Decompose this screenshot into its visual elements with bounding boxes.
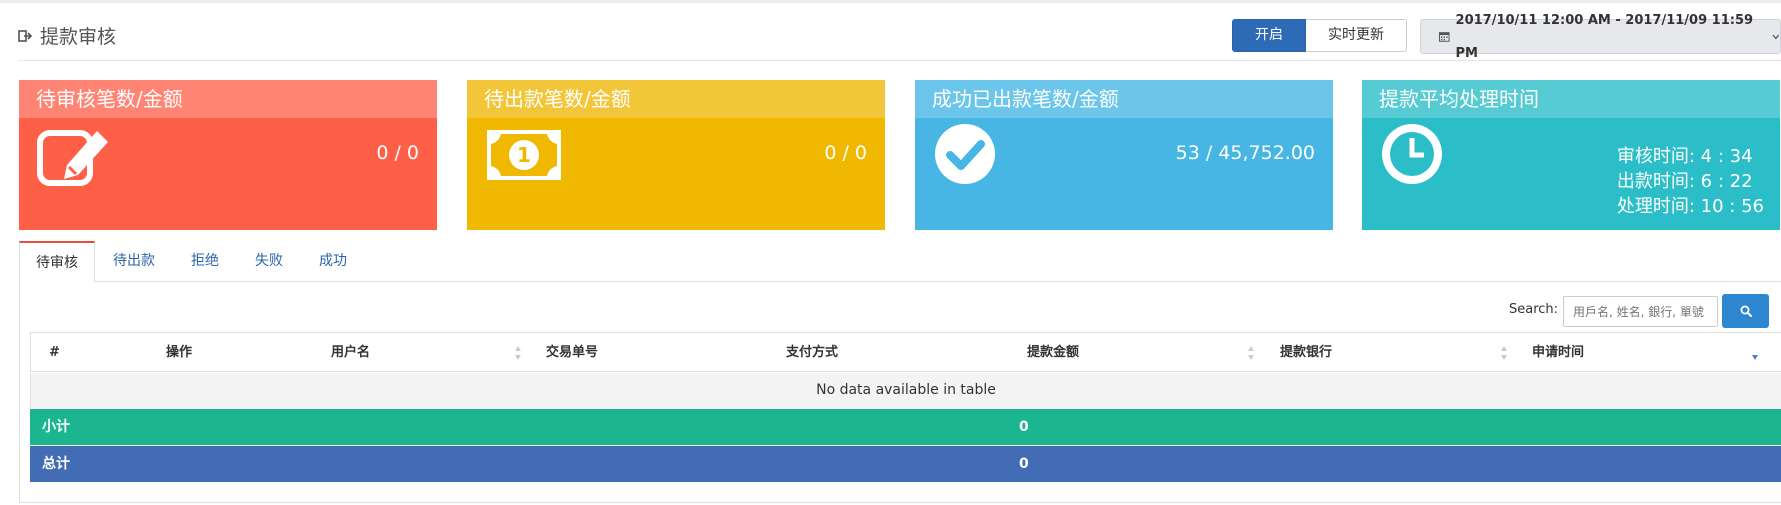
total-row: 总计 0 — [30, 446, 1781, 482]
column-transaction-id: 交易单号 — [546, 345, 599, 360]
pending-review-value: 0 / 0 — [376, 142, 419, 164]
sign-out-icon — [18, 29, 32, 42]
check-circle-icon — [935, 124, 995, 184]
search-button[interactable] — [1722, 294, 1769, 328]
date-range-picker[interactable]: 2017/10/11 12:00 AM - 2017/11/09 11:59 P… — [1420, 13, 1781, 61]
tab-pending-review[interactable]: 待审核 — [19, 241, 95, 283]
successful-payout-value: 53 / 45,752.00 — [1175, 142, 1315, 164]
total-label: 总计 — [42, 456, 70, 472]
caret-down-icon — [1772, 34, 1780, 39]
tab-pending-payout[interactable]: 待出款 — [95, 241, 173, 282]
card-title: 成功已出款笔数/金额 — [915, 80, 1333, 118]
column-payment-method: 支付方式 — [786, 345, 839, 360]
subtotal-value: 0 — [1019, 419, 1029, 435]
page-title-text: 提款审核 — [40, 26, 117, 48]
subtotal-label: 小计 — [42, 419, 70, 435]
clock-icon — [1382, 124, 1442, 184]
sort-desc-icon[interactable] — [1751, 345, 1759, 361]
column-index: # — [49, 345, 60, 360]
card-title: 待出款笔数/金额 — [467, 80, 885, 118]
tab-rejected[interactable]: 拒绝 — [173, 241, 237, 282]
card-title: 待审核笔数/金额 — [19, 80, 437, 118]
status-tabs: 待审核 待出款 拒绝 失败 成功 — [19, 241, 1781, 283]
toggle-on-button[interactable]: 开启 — [1232, 19, 1306, 52]
pending-review-card: 待审核笔数/金额 0 / 0 — [19, 80, 437, 230]
subtotal-row: 小计 0 — [30, 409, 1781, 445]
sort-icon[interactable] — [1500, 345, 1508, 361]
realtime-update-button[interactable]: 实时更新 — [1306, 19, 1407, 52]
column-bank[interactable]: 提款银行 — [1280, 333, 1332, 373]
processing-times: 审核时间: 4 : 34 出款时间: 6 : 22 处理时间: 10 : 56 — [1617, 144, 1764, 219]
search-label: Search: — [1509, 302, 1559, 317]
realtime-toggle-group: 开启 实时更新 — [1232, 19, 1407, 52]
pending-payout-card: 待出款笔数/金额 1 0 / 0 — [467, 80, 885, 230]
sort-icon[interactable] — [1247, 345, 1255, 361]
svg-text:1: 1 — [517, 143, 531, 167]
column-username[interactable]: 用户名 — [331, 333, 370, 373]
pending-payout-value: 0 / 0 — [824, 142, 867, 164]
search-icon — [1740, 305, 1752, 317]
total-processing-time: 处理时间: 10 : 56 — [1616, 196, 1764, 217]
successful-payout-card: 成功已出款笔数/金额 53 / 45,752.00 — [915, 80, 1333, 230]
calendar-icon — [1439, 32, 1450, 42]
card-title: 提款平均处理时间 — [1362, 80, 1780, 118]
empty-table-message: No data available in table — [30, 373, 1781, 408]
column-amount[interactable]: 提款金额 — [1027, 333, 1079, 373]
payout-time: 出款时间: 6 : 22 — [1616, 171, 1753, 192]
header-divider — [18, 60, 1781, 61]
money-bill-icon: 1 — [487, 130, 561, 180]
table-header: # 操作 用户名 交易单号 支付方式 提款金额 提款银行 申请时间 — [30, 332, 1781, 372]
tab-failed[interactable]: 失败 — [237, 241, 301, 282]
page-title: 提款审核 — [18, 22, 116, 49]
avg-processing-time-card: 提款平均处理时间 审核时间: 4 : 34 出款时间: 6 : 22 处理时间:… — [1362, 80, 1780, 230]
edit-icon — [37, 130, 108, 186]
sort-icon[interactable] — [514, 345, 522, 361]
total-value: 0 — [1019, 456, 1029, 472]
search-input[interactable] — [1563, 296, 1718, 327]
column-request-time[interactable]: 申请时间 — [1532, 333, 1584, 373]
column-actions: 操作 — [166, 345, 193, 360]
tab-success[interactable]: 成功 — [301, 241, 365, 282]
review-time: 审核时间: 4 : 34 — [1616, 146, 1753, 167]
